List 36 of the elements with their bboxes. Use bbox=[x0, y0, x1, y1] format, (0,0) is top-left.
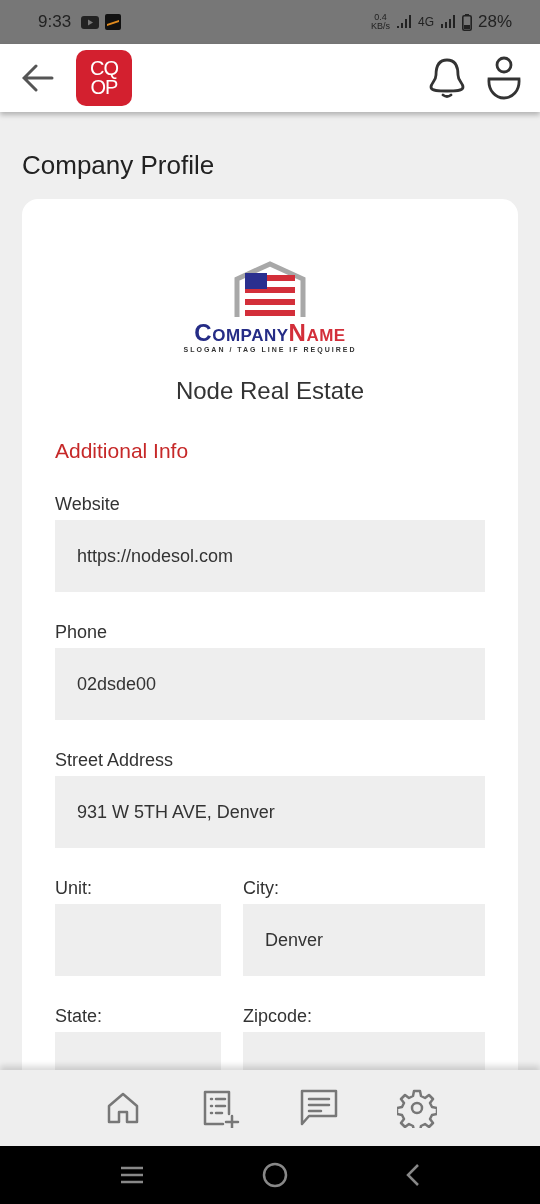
field-label: State: bbox=[55, 1005, 104, 1027]
video-app-icon bbox=[81, 15, 100, 29]
message-icon bbox=[299, 1088, 339, 1128]
field-label: City: bbox=[243, 877, 280, 899]
back-icon[interactable] bbox=[22, 64, 54, 92]
input-field[interactable]: 931 W 5TH AVE, Denver bbox=[55, 776, 485, 848]
app-logo: CQ OP bbox=[76, 50, 132, 106]
app-icon bbox=[105, 14, 122, 30]
section-title: Additional Info bbox=[55, 439, 190, 463]
back-icon[interactable] bbox=[405, 1162, 422, 1188]
brand-name: COMPANYNAME bbox=[194, 323, 346, 346]
network-speed: 0.4 KB/s bbox=[370, 13, 390, 31]
menu-icon[interactable] bbox=[118, 1165, 145, 1185]
company-name: Node Real Estate bbox=[174, 377, 366, 405]
field-label: Street Address bbox=[55, 749, 175, 771]
input-field[interactable]: 02dsde00 bbox=[55, 648, 485, 720]
field-label: Unit: bbox=[55, 877, 93, 899]
field-label: Zipcode: bbox=[243, 1005, 314, 1027]
field-label: Website bbox=[55, 493, 121, 515]
house-flag-icon bbox=[233, 261, 307, 319]
battery-icon bbox=[461, 13, 472, 31]
signal-icon bbox=[439, 15, 456, 29]
field-label: Phone bbox=[55, 621, 109, 643]
page-title: Company Profile bbox=[22, 150, 216, 181]
network-type: 4G bbox=[417, 15, 434, 29]
input-field[interactable]: https://nodesol.com bbox=[55, 520, 485, 592]
add-list-icon bbox=[201, 1088, 241, 1128]
home-circle-icon[interactable] bbox=[262, 1162, 288, 1188]
battery-level: 28% bbox=[477, 12, 512, 32]
status-time: 9:33 bbox=[38, 12, 72, 32]
input-field[interactable]: Denver bbox=[243, 904, 485, 976]
profile-icon[interactable] bbox=[486, 56, 522, 100]
settings-icon bbox=[397, 1088, 437, 1128]
home-icon bbox=[105, 1090, 141, 1126]
bell-icon[interactable] bbox=[428, 57, 466, 99]
signal-icon bbox=[395, 15, 412, 29]
